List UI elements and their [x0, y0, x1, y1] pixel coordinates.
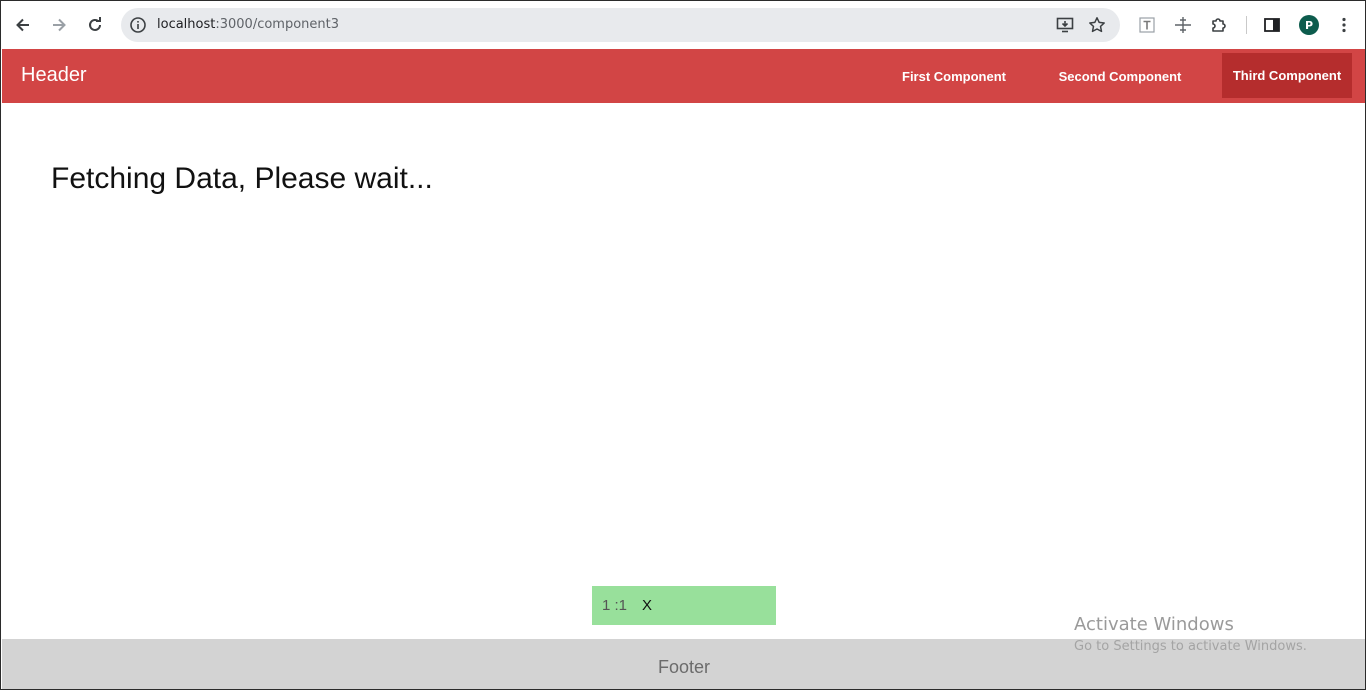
nav-first-component[interactable]: First Component	[887, 49, 1021, 103]
text-extension-icon[interactable]	[1135, 13, 1159, 37]
browser-toolbar: localhost:3000/component3 P	[1, 1, 1365, 49]
extensions-puzzle-icon[interactable]	[1207, 13, 1231, 37]
browser-window: localhost:3000/component3 P Header First…	[0, 0, 1366, 690]
side-panel-icon[interactable]	[1260, 13, 1284, 37]
install-app-icon[interactable]	[1055, 15, 1075, 35]
loading-message: Fetching Data, Please wait...	[51, 162, 433, 195]
toolbar-divider	[1246, 16, 1247, 34]
url-path: :3000/component3	[215, 17, 340, 32]
kebab-menu-icon[interactable]	[1332, 13, 1356, 37]
activate-windows-title: Activate Windows	[1074, 614, 1234, 635]
app-header: Header First Component Second Component …	[2, 49, 1365, 103]
bookmark-star-icon[interactable]	[1087, 15, 1107, 35]
footer-label: Footer	[657, 657, 711, 677]
nav-second-component[interactable]: Second Component	[1046, 49, 1194, 103]
header-brand[interactable]: Header	[21, 64, 87, 87]
nav-third-component[interactable]: Third Component	[1222, 53, 1352, 98]
move-extension-icon[interactable]	[1171, 13, 1195, 37]
address-bar[interactable]: localhost:3000/component3	[121, 8, 1120, 42]
url-text[interactable]: localhost:3000/component3	[157, 17, 339, 32]
toast-close-button[interactable]: X	[642, 597, 652, 614]
url-host: localhost	[157, 17, 216, 32]
site-info-icon[interactable]	[129, 16, 147, 34]
toast-count: 1 :1	[602, 597, 628, 614]
forward-arrow-icon[interactable]	[47, 13, 71, 37]
profile-avatar[interactable]: P	[1299, 15, 1319, 35]
back-arrow-icon[interactable]	[11, 13, 35, 37]
reload-icon[interactable]	[83, 13, 107, 37]
activate-windows-subtitle: Go to Settings to activate Windows.	[1074, 639, 1307, 654]
notification-toast: 1 :1 X	[592, 586, 776, 625]
